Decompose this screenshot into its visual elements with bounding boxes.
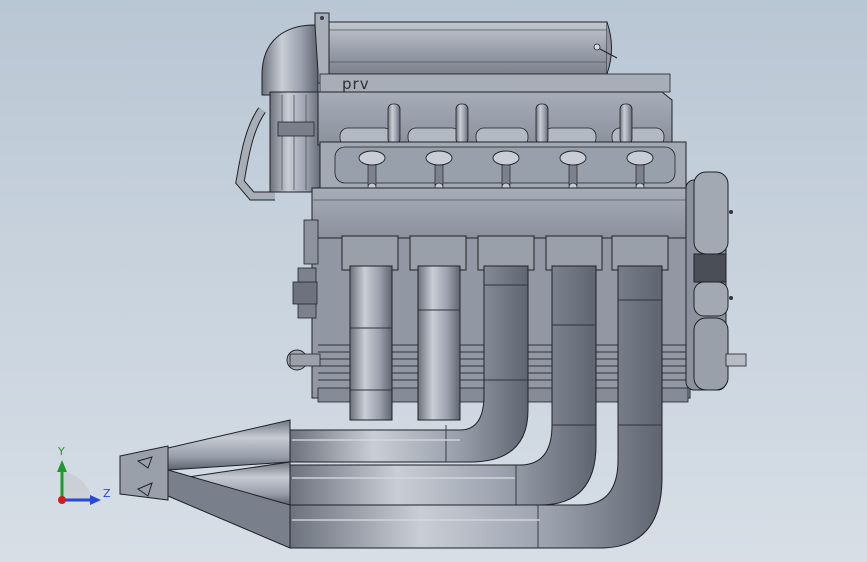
exhaust-primary-2 xyxy=(417,265,461,421)
y-axis-label: Y xyxy=(57,445,65,458)
coil-rail xyxy=(319,141,687,192)
valve-cover xyxy=(317,91,673,147)
front-pulleys xyxy=(685,171,747,391)
exhaust-collector xyxy=(119,419,291,549)
manifold-top-strip: prv xyxy=(319,73,671,93)
z-axis-label: Z xyxy=(103,487,111,500)
intake-runners xyxy=(235,91,323,201)
x-axis-dot xyxy=(58,496,66,504)
exhaust-primary-1 xyxy=(349,265,393,421)
manifold-brand-label: prv xyxy=(342,75,370,93)
exhaust-flanges xyxy=(341,235,669,271)
z-axis-arrowhead xyxy=(90,495,101,505)
orientation-triad: Y Z xyxy=(57,445,111,505)
cad-viewport[interactable]: prv Y Z xyxy=(0,0,867,562)
engine-model: prv Y Z xyxy=(57,12,747,549)
y-axis-arrowhead xyxy=(57,460,67,472)
